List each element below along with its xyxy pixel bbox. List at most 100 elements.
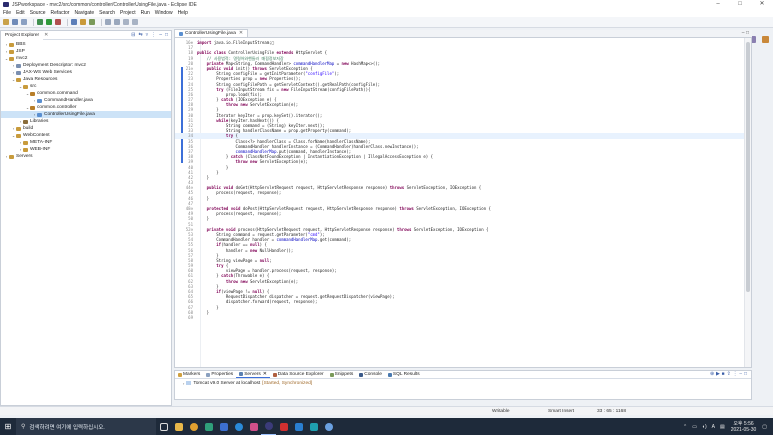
tab-sql-results[interactable]: SQL Results bbox=[385, 372, 423, 377]
menu-item-window[interactable]: Window bbox=[155, 10, 173, 16]
filter-icon[interactable]: ▿ bbox=[146, 32, 149, 38]
tree-item[interactable]: › WEB-INF bbox=[1, 146, 171, 153]
menu-item-refactor[interactable]: Refactor bbox=[51, 10, 70, 16]
maximize-icon[interactable]: □ bbox=[165, 32, 168, 38]
editor-tab[interactable]: ControllerUsingFile.java ✕ bbox=[174, 29, 248, 37]
tree-item[interactable]: ⌄ WebContent bbox=[1, 132, 171, 139]
tree-item-label: common.controller bbox=[37, 105, 77, 110]
close-icon[interactable]: ✕ bbox=[239, 31, 243, 36]
tree-node-icon bbox=[23, 147, 28, 152]
tab-project-explorer[interactable]: Project Explorer bbox=[1, 30, 44, 40]
chrome-icon[interactable] bbox=[186, 418, 201, 435]
run-icon[interactable] bbox=[46, 19, 52, 25]
link-editor-icon[interactable]: ⇆ bbox=[138, 32, 142, 38]
tree-item[interactable]: › Libraries bbox=[1, 118, 171, 125]
view-menu-icon[interactable]: ⋮ bbox=[732, 372, 739, 377]
ime-indicator[interactable]: A bbox=[712, 424, 715, 430]
taskbar-search[interactable]: ⚲ 검색하려면 여기에 입력하십시오. bbox=[16, 418, 156, 435]
menu-item-project[interactable]: Project bbox=[120, 10, 136, 16]
maximize-icon[interactable]: □ bbox=[743, 372, 748, 377]
tree-item[interactable]: ⌄ src bbox=[1, 83, 171, 90]
menu-item-search[interactable]: Search bbox=[99, 10, 115, 16]
prev-annotation-icon[interactable] bbox=[105, 19, 111, 25]
java-ee-perspective-icon[interactable] bbox=[762, 36, 769, 43]
close-icon[interactable]: ✕ bbox=[44, 32, 48, 38]
tree-item[interactable]: › Deployment Descriptor: mvc2 bbox=[1, 62, 171, 69]
tree-item[interactable]: › META-INF bbox=[1, 139, 171, 146]
new-icon[interactable] bbox=[3, 19, 9, 25]
tab-label: Markers bbox=[183, 372, 201, 377]
code-editor[interactable]: 16⊕ import java.io.FileInputStream;□ 17 18 p… bbox=[174, 38, 752, 368]
tree-item[interactable]: ⌄ Java Resources bbox=[1, 76, 171, 83]
volume-icon[interactable]: ◖) bbox=[702, 424, 707, 430]
tab-icon bbox=[387, 372, 392, 377]
close-button[interactable]: ✕ bbox=[751, 0, 773, 9]
new-class-icon[interactable] bbox=[71, 19, 77, 25]
save-icon[interactable] bbox=[12, 19, 18, 25]
tab-snippets[interactable]: Snippets bbox=[327, 372, 357, 377]
editor-scrollbar[interactable] bbox=[744, 38, 751, 367]
code-line[interactable]: 69 bbox=[175, 315, 751, 320]
tree-item[interactable]: › Servers bbox=[1, 153, 171, 160]
file-explorer-icon[interactable] bbox=[171, 418, 186, 435]
maximize-button[interactable]: □ bbox=[729, 0, 751, 9]
tree-node-icon bbox=[30, 105, 35, 110]
code-lines[interactable]: 16⊕ import java.io.FileInputStream;□ 17 18 p… bbox=[175, 40, 751, 320]
menu-item-help[interactable]: Help bbox=[178, 10, 188, 16]
tree-item-label: ControllerUsingFile.java bbox=[44, 112, 95, 117]
back-icon[interactable] bbox=[123, 19, 129, 25]
next-annotation-icon[interactable] bbox=[114, 19, 120, 25]
app-icon-pink[interactable] bbox=[246, 418, 261, 435]
app-icon-teal[interactable] bbox=[306, 418, 321, 435]
mail-icon[interactable] bbox=[291, 418, 306, 435]
tree-item[interactable]: ⌄ mvc2 bbox=[1, 55, 171, 62]
external-tools-icon[interactable] bbox=[55, 19, 61, 25]
tree-item[interactable]: › build bbox=[1, 125, 171, 132]
tray-arrow-icon[interactable]: ⌃ bbox=[683, 424, 687, 430]
menu-item-file[interactable]: File bbox=[3, 10, 11, 16]
tab-data-source-explorer[interactable]: Data Source Explorer bbox=[270, 372, 327, 377]
notification-icon[interactable]: ▢ bbox=[762, 424, 767, 430]
clock[interactable]: 오후 5:56 2021-05-30 bbox=[731, 421, 757, 433]
menu-item-edit[interactable]: Edit bbox=[16, 10, 25, 16]
view-menu-icon[interactable]: ⋮ bbox=[151, 32, 156, 38]
tab-markers[interactable]: Markers bbox=[175, 372, 203, 377]
keyboard-icon[interactable]: ▤ bbox=[720, 424, 725, 430]
windows-start-icon[interactable]: ⊞ bbox=[0, 418, 16, 435]
search-icon[interactable] bbox=[89, 19, 95, 25]
save-all-icon[interactable] bbox=[21, 19, 27, 25]
network-icon[interactable]: ▭ bbox=[692, 424, 697, 430]
tab-properties[interactable]: Properties bbox=[203, 372, 236, 377]
debug-icon[interactable] bbox=[37, 19, 43, 25]
minimize-button[interactable]: – bbox=[707, 0, 729, 9]
tree-item[interactable]: › ControllerUsingFile.java bbox=[1, 111, 171, 118]
editor-tab-label: ControllerUsingFile.java bbox=[185, 31, 236, 36]
acrobat-icon[interactable] bbox=[276, 418, 291, 435]
eclipse-taskbar-icon[interactable] bbox=[261, 418, 276, 435]
tree-item[interactable]: › BBS bbox=[1, 41, 171, 48]
app-icon-green[interactable] bbox=[201, 418, 216, 435]
menu-item-run[interactable]: Run bbox=[141, 10, 150, 16]
menu-item-navigate[interactable]: Navigate bbox=[74, 10, 94, 16]
minimize-icon[interactable]: – bbox=[159, 32, 162, 38]
open-type-icon[interactable] bbox=[80, 19, 86, 25]
close-icon[interactable]: ✕ bbox=[263, 372, 267, 377]
code-text: } bbox=[197, 174, 210, 180]
app-icon-ball[interactable] bbox=[321, 418, 336, 435]
tab-console[interactable]: Console bbox=[356, 372, 385, 377]
forward-icon[interactable] bbox=[132, 19, 138, 25]
tree-item[interactable]: › JAX-WS Web Services bbox=[1, 69, 171, 76]
task-view-icon[interactable] bbox=[156, 418, 171, 435]
server-row[interactable]: › Tomcat v9.0 Server at localhost [Start… bbox=[175, 379, 751, 387]
tab-servers[interactable]: Servers ✕ bbox=[236, 371, 270, 378]
tree-item[interactable]: ⌄ common.controller bbox=[1, 104, 171, 111]
app-icon-blue[interactable] bbox=[216, 418, 231, 435]
edge-icon[interactable] bbox=[231, 418, 246, 435]
tree-item[interactable]: › JSP bbox=[1, 48, 171, 55]
project-tree: › BBS › JSP ⌄ mvc2 › Deployment Descriptor: mvc… bbox=[1, 40, 171, 160]
editor-minmax-icon[interactable]: – □ bbox=[742, 30, 749, 36]
tree-item[interactable]: › CommandHandler.java bbox=[1, 97, 171, 104]
collapse-all-icon[interactable]: ⊟ bbox=[131, 32, 135, 38]
menu-item-source[interactable]: Source bbox=[30, 10, 46, 16]
tree-item[interactable]: ⌄ common.command bbox=[1, 90, 171, 97]
